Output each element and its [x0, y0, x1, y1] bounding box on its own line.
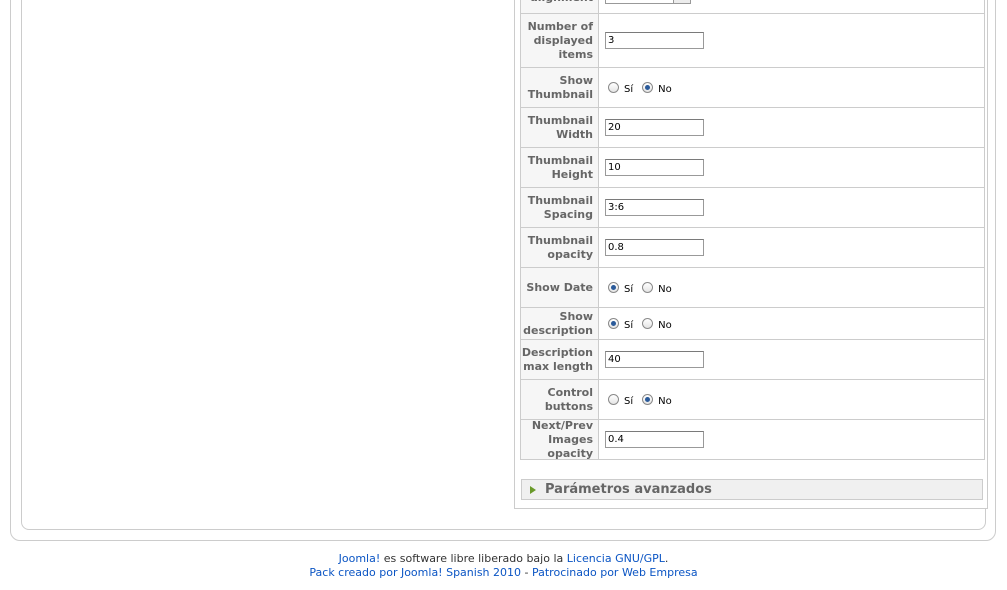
parameters-table: alignmentNumber ofdisplayeditems3ShowThu… — [520, 0, 985, 460]
show-thumbnail-radio-si[interactable] — [608, 82, 619, 93]
control-buttons-radio-si[interactable] — [608, 394, 619, 405]
param-label-line: items — [558, 47, 594, 61]
control-buttons-radio-no[interactable] — [642, 394, 654, 405]
triangle-right-icon — [530, 485, 536, 494]
show-description-radio-si[interactable] — [608, 318, 619, 329]
param-label-line: displayed — [533, 33, 593, 47]
param-label-line: Description — [521, 345, 593, 359]
param-label-line: Next/Prev — [531, 418, 593, 432]
advanced-parameters-label: Parámetros avanzados — [545, 482, 712, 497]
advanced-parameters-toggle[interactable]: Parámetros avanzados — [521, 479, 983, 500]
control-buttons-radio-label: No — [658, 396, 672, 407]
param-value-control-buttons: Sí No — [599, 380, 984, 419]
param-label-line: opacity — [547, 247, 593, 261]
show-date-radio-si[interactable] — [608, 282, 619, 293]
param-value-alignment — [599, 0, 984, 13]
param-value-thumbnail-height: 10 — [599, 148, 984, 187]
pack-link[interactable]: Pack creado por Joomla! Spanish 2010 — [309, 566, 521, 579]
param-value-thumbnail-spacing: 3:6 — [599, 188, 984, 227]
param-row-thumbnail-height: Thumbnail Height 10 — [521, 148, 984, 188]
alignment-select[interactable] — [605, 0, 691, 4]
param-label-line: alignment — [530, 0, 593, 5]
show-date-radio-no[interactable] — [642, 282, 654, 293]
license-link[interactable]: Licencia GNU/GPL — [567, 552, 665, 565]
thumbnail-height-input[interactable]: 10 — [605, 159, 704, 176]
show-description-radio-no[interactable] — [642, 318, 654, 329]
param-label-line: Show Date — [526, 280, 593, 294]
thumbnail-width-input[interactable]: 20 — [605, 119, 704, 136]
param-row-show-date: Show Date Sí No — [521, 268, 984, 308]
next-prev-images-opacity-input[interactable]: 0.4 — [605, 431, 704, 448]
param-label-line: Thumbnail — [527, 153, 593, 167]
param-label-control-buttons: Control buttons — [521, 380, 599, 419]
param-label-show-description: Show description — [521, 308, 599, 339]
param-label-line: Spacing — [543, 207, 593, 221]
show-description-radio-label: Sí — [624, 320, 634, 331]
param-label-number-of-displayed-items: Number of displayed items — [521, 14, 599, 67]
param-value-next-prev-images-opacity: 0.4 — [599, 420, 984, 459]
sponsor-link[interactable]: Patrocinado por Web Empresa — [532, 566, 698, 579]
thumbnail-spacing-input[interactable]: 3:6 — [605, 199, 704, 216]
control-buttons-radio-label: Sí — [624, 396, 634, 407]
param-label-line: Show — [559, 309, 593, 323]
param-value-number-of-displayed-items: 3 — [599, 14, 984, 67]
param-label-line: Height — [551, 167, 593, 181]
param-label-thumbnail-width: Thumbnail Width — [521, 108, 599, 147]
param-row-thumbnail-width: Thumbnail Width 20 — [521, 108, 984, 148]
number-of-displayed-items-input[interactable]: 3 — [605, 32, 704, 49]
show-date-radio-label: Sí — [624, 284, 634, 295]
param-row-control-buttons: Control buttons Sí No — [521, 380, 984, 420]
param-row-alignment: alignment — [521, 0, 984, 14]
param-label-line: Thumbnail — [527, 87, 593, 101]
param-label-show-thumbnail: Show Thumbnail — [521, 68, 599, 107]
param-value-show-description: Sí No — [599, 308, 984, 339]
param-row-next-prev-images-opacity: Next/Prev Images opacity 0.4 — [521, 418, 984, 460]
param-label-show-date: Show Date — [521, 268, 599, 307]
param-value-thumbnail-width: 20 — [599, 108, 984, 147]
footer-line-2: Pack creado por Joomla! Spanish 2010 - P… — [0, 566, 1007, 580]
show-date-radio-label: No — [658, 284, 672, 295]
chevron-down-icon[interactable] — [673, 0, 690, 3]
param-label-line: max length — [523, 359, 593, 373]
param-label-line: Show — [559, 73, 593, 87]
param-row-show-description: Show description Sí No — [521, 308, 984, 340]
show-description-radio-label: No — [658, 320, 672, 331]
param-label-line: Images — [548, 432, 593, 446]
footer-period: . — [664, 552, 669, 565]
param-label-line: Thumbnail — [527, 233, 593, 247]
param-label-line: Thumbnail — [527, 193, 593, 207]
param-label-line: Width — [556, 127, 593, 141]
param-label-line: Control — [547, 385, 593, 399]
param-label-line: Number of — [527, 19, 593, 33]
joomla-link[interactable]: Joomla! — [339, 552, 381, 565]
thumbnail-opacity-input[interactable]: 0.8 — [605, 239, 704, 256]
param-value-thumbnail-opacity: 0.8 — [599, 228, 984, 267]
param-row-description-max-length: Description max length 40 — [521, 340, 984, 380]
description-max-length-input[interactable]: 40 — [605, 351, 704, 368]
param-label-line: description — [523, 323, 593, 337]
param-row-thumbnail-spacing: Thumbnail Spacing 3:6 — [521, 188, 984, 228]
param-label-thumbnail-spacing: Thumbnail Spacing — [521, 188, 599, 227]
footer-text: es software libre liberado bajo la — [380, 552, 567, 565]
param-label-alignment: alignment — [521, 0, 599, 13]
param-label-next-prev-images-opacity: Next/Prev Images opacity — [521, 418, 599, 460]
param-value-show-date: Sí No — [599, 268, 984, 307]
param-label-line: Thumbnail — [527, 113, 593, 127]
footer-line-1: Joomla! es software libre liberado bajo … — [0, 552, 1007, 566]
show-thumbnail-radio-label: No — [658, 84, 672, 95]
param-label-thumbnail-opacity: Thumbnail opacity — [521, 228, 599, 267]
param-value-description-max-length: 40 — [599, 340, 984, 379]
show-thumbnail-radio-label: Sí — [624, 84, 634, 95]
param-row-number-of-displayed-items: Number of displayed items 3 — [521, 14, 984, 68]
param-row-show-thumbnail: Show Thumbnail Sí No — [521, 68, 984, 108]
footer: Joomla! es software libre liberado bajo … — [0, 552, 1007, 580]
param-label-line: buttons — [544, 399, 593, 413]
param-value-show-thumbnail: Sí No — [599, 68, 984, 107]
footer-separator: - — [521, 566, 532, 579]
param-row-thumbnail-opacity: Thumbnail opacity 0.8 — [521, 228, 984, 268]
param-label-thumbnail-height: Thumbnail Height — [521, 148, 599, 187]
param-label-line: opacity — [547, 446, 593, 460]
show-thumbnail-radio-no[interactable] — [642, 82, 654, 93]
param-label-description-max-length: Description max length — [521, 340, 599, 379]
